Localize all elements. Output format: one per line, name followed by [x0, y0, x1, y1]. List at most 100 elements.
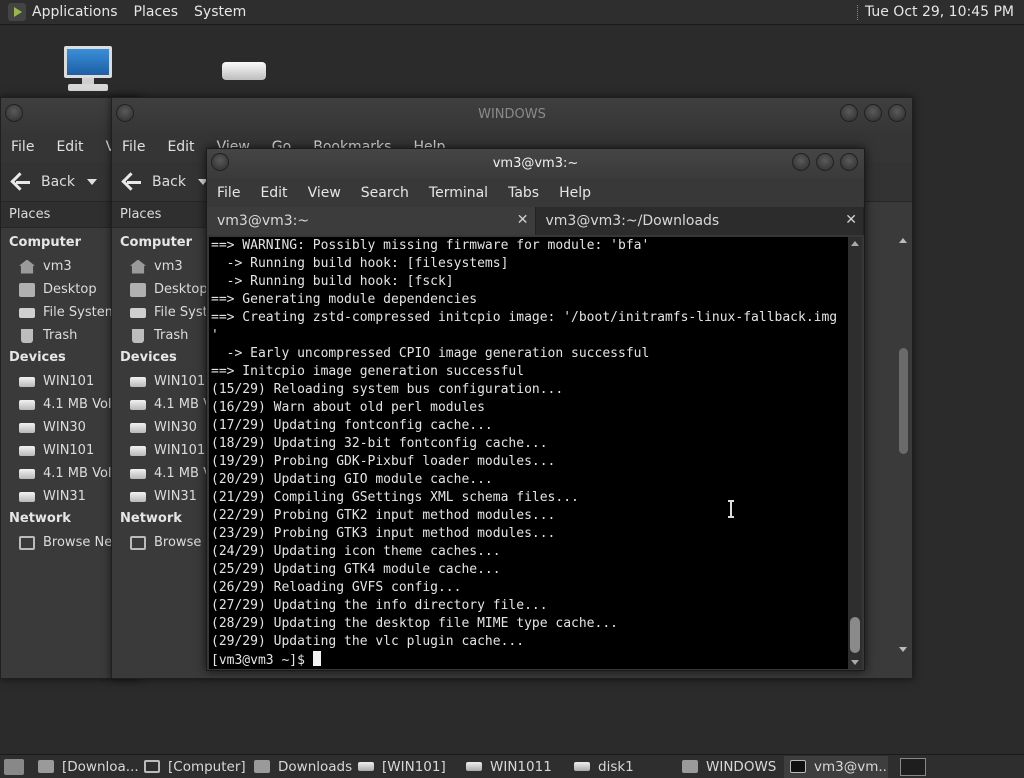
sidebar-item-trash[interactable]: Trash	[112, 324, 212, 347]
terminal-prompt-line[interactable]: [vm3@vm3 ~]$	[211, 651, 850, 669]
terminal-line: (26/29) Reloading GVFS config...	[211, 580, 462, 595]
window-menu-button[interactable]	[5, 104, 23, 122]
menu-edit[interactable]: Edit	[167, 139, 194, 155]
drive-icon	[19, 399, 35, 410]
terminal-line: -> Early uncompressed CPIO image generat…	[211, 346, 650, 361]
maximize-button[interactable]	[864, 104, 882, 122]
task-disk1[interactable]: disk1	[568, 756, 676, 778]
minimize-button[interactable]	[792, 153, 810, 171]
task-downloads-1[interactable]: [Downloa...	[32, 756, 138, 778]
menu-system[interactable]: System	[194, 4, 246, 20]
menu-places[interactable]: Places	[134, 4, 179, 20]
scroll-down-arrow-icon[interactable]	[851, 660, 859, 665]
terminal-line: (25/29) Updating GTK4 module cache...	[211, 562, 501, 577]
terminal-line: -> Running build hook: [fsck]	[211, 274, 454, 289]
drive-icon	[130, 399, 146, 410]
task-win101[interactable]: [WIN101]	[352, 756, 460, 778]
drive-icon	[358, 762, 374, 771]
drive-desktop-icon[interactable]	[222, 58, 266, 82]
menu-terminal[interactable]: Terminal	[429, 185, 488, 201]
menu-search[interactable]: Search	[361, 185, 409, 201]
text-cursor-icon	[728, 500, 734, 518]
terminal-line: ==> Generating module dependencies	[211, 292, 478, 307]
close-icon[interactable]: ✕	[845, 212, 857, 228]
menu-tabs[interactable]: Tabs	[508, 185, 539, 201]
menu-file[interactable]: File	[217, 185, 240, 201]
drive-icon	[19, 422, 35, 433]
scrollbar-thumb[interactable]	[899, 348, 908, 454]
network-icon	[19, 535, 35, 550]
menu-file[interactable]: File	[122, 139, 145, 155]
scroll-up-arrow-icon[interactable]	[899, 238, 907, 243]
terminal-line: (23/29) Probing GTK3 input method module…	[211, 526, 556, 541]
sidebar-item-device[interactable]: WIN31	[112, 485, 212, 508]
terminal-scrollbar[interactable]	[848, 237, 862, 669]
applications-icon[interactable]	[8, 3, 26, 21]
drive-icon	[130, 491, 146, 502]
home-icon	[130, 259, 146, 274]
sidebar-item-device[interactable]: 4.1 MB Volume	[112, 393, 212, 416]
task-terminal[interactable]: vm3@vm...	[784, 755, 888, 778]
sidebar-item-home[interactable]: vm3	[112, 255, 212, 278]
task-downloads-2[interactable]: Downloads	[248, 756, 352, 778]
close-icon[interactable]: ✕	[517, 212, 529, 228]
computer-desktop-icon[interactable]	[64, 46, 112, 92]
sidebar-item-desktop[interactable]: Desktop	[112, 278, 212, 301]
clock[interactable]: Tue Oct 29, 10:45 PM	[865, 4, 1014, 20]
back-button[interactable]: Back	[152, 174, 186, 190]
menu-applications[interactable]: Applications	[32, 4, 118, 20]
window-titlebar[interactable]: WINDOWS	[112, 98, 912, 132]
tab-downloads[interactable]: vm3@vm3:~/Downloads ✕	[536, 207, 864, 235]
tab-bar: vm3@vm3:~ ✕ vm3@vm3:~/Downloads ✕	[207, 207, 864, 235]
terminal-icon	[790, 760, 806, 773]
window-title: WINDOWS	[478, 107, 546, 122]
sidebar-item-device[interactable]: WIN30	[112, 416, 212, 439]
menu-view[interactable]: View	[308, 185, 341, 201]
sidebar-item-browse-network[interactable]: Browse Network	[112, 531, 212, 554]
scrollbar-thumb[interactable]	[850, 617, 860, 653]
drive-icon	[130, 468, 146, 479]
close-button[interactable]	[840, 153, 858, 171]
minimize-button[interactable]	[840, 104, 858, 122]
folder-icon	[38, 760, 54, 773]
back-history-chevron-icon[interactable]	[87, 178, 97, 185]
terminal-line: (22/29) Probing GTK2 input method module…	[211, 508, 556, 523]
drive-icon	[19, 491, 35, 502]
tab-label: vm3@vm3:~	[217, 213, 310, 229]
back-button[interactable]: Back	[41, 174, 75, 190]
task-win1011[interactable]: WIN1011	[460, 756, 568, 778]
terminal-line: (28/29) Updating the desktop file MIME t…	[211, 616, 618, 631]
menu-edit[interactable]: Edit	[56, 139, 83, 155]
menu-file[interactable]: File	[11, 139, 34, 155]
places-label: Places	[120, 207, 162, 222]
show-desktop-icon[interactable]	[4, 758, 24, 775]
terminal-output[interactable]: ==> WARNING: Possibly missing firmware f…	[209, 237, 850, 669]
sidebar-item-file-system[interactable]: File System	[112, 301, 212, 324]
sidebar-item-device[interactable]: WIN101	[112, 370, 212, 393]
workspace-switcher[interactable]	[900, 758, 926, 776]
content-scrollbar[interactable]	[896, 238, 910, 652]
task-windows[interactable]: WINDOWS	[676, 756, 784, 778]
maximize-button[interactable]	[816, 153, 834, 171]
menu-edit[interactable]: Edit	[260, 185, 287, 201]
close-button[interactable]	[888, 104, 906, 122]
terminal-line: (24/29) Updating icon theme caches...	[211, 544, 501, 559]
task-computer[interactable]: [Computer]	[138, 756, 248, 778]
sidebar-item-device[interactable]: WIN101	[112, 439, 212, 462]
back-arrow-icon[interactable]	[11, 172, 31, 192]
scroll-down-arrow-icon[interactable]	[899, 647, 907, 652]
panel-separator	[856, 4, 859, 20]
back-arrow-icon[interactable]	[122, 172, 142, 192]
sidebar-header-network: Network	[120, 511, 182, 526]
drive-icon	[19, 307, 35, 318]
drive-icon	[19, 445, 35, 456]
places-selector[interactable]: Places	[112, 202, 212, 228]
menu-help[interactable]: Help	[559, 185, 591, 201]
tab-home[interactable]: vm3@vm3:~ ✕	[207, 207, 536, 235]
window-titlebar[interactable]: vm3@vm3:~	[207, 149, 864, 179]
scroll-up-arrow-icon[interactable]	[851, 241, 859, 246]
sidebar-item-device[interactable]: 4.1 MB Volume	[112, 462, 212, 485]
terminal-line: ==> WARNING: Possibly missing firmware f…	[211, 238, 650, 253]
sidebar-header-devices: Devices	[120, 350, 177, 365]
terminal-line: (18/29) Updating 32-bit fontconfig cache…	[211, 436, 548, 451]
